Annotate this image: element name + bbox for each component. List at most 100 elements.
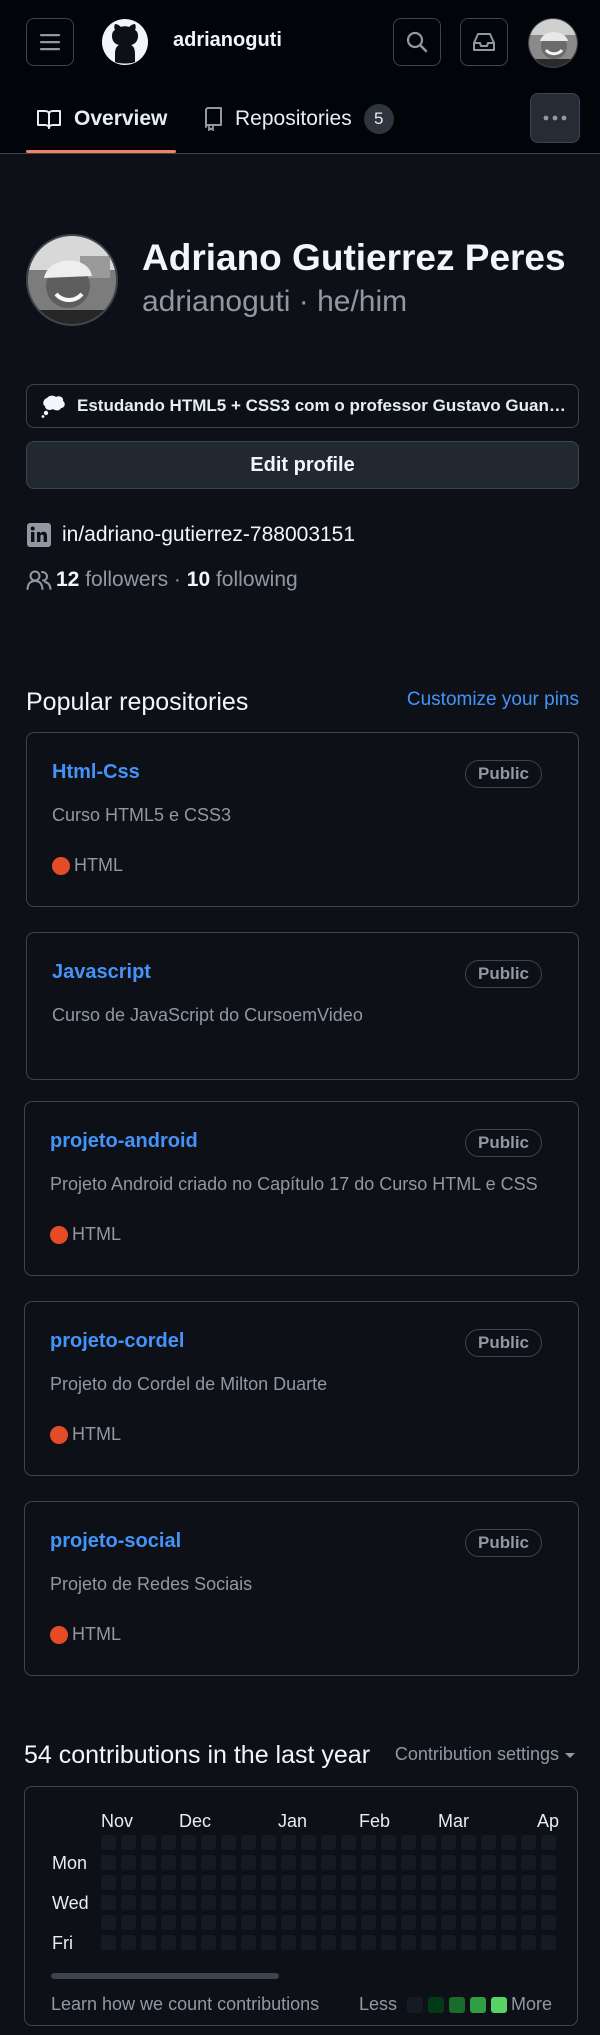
contribution-day[interactable]	[121, 1915, 136, 1930]
contribution-day[interactable]	[401, 1895, 416, 1910]
edit-profile-button[interactable]: Edit profile	[26, 441, 579, 489]
contribution-day[interactable]	[521, 1895, 536, 1910]
contribution-day[interactable]	[301, 1915, 316, 1930]
contribution-day[interactable]	[521, 1875, 536, 1890]
contribution-day[interactable]	[441, 1875, 456, 1890]
repo-name-link[interactable]: Html-Css	[52, 761, 140, 784]
contribution-day[interactable]	[141, 1855, 156, 1870]
contribution-day[interactable]	[541, 1855, 556, 1870]
contribution-day[interactable]	[141, 1835, 156, 1850]
contribution-day[interactable]	[201, 1915, 216, 1930]
contribution-day[interactable]	[481, 1875, 496, 1890]
contribution-day[interactable]	[121, 1935, 136, 1950]
contribution-day[interactable]	[461, 1935, 476, 1950]
contribution-day[interactable]	[341, 1855, 356, 1870]
contribution-day[interactable]	[321, 1895, 336, 1910]
tab-repositories[interactable]: Repositories 5	[203, 84, 394, 154]
contribution-day[interactable]	[401, 1915, 416, 1930]
calendar-scrollbar[interactable]	[51, 1973, 279, 1979]
contribution-day[interactable]	[461, 1835, 476, 1850]
contribution-day[interactable]	[481, 1895, 496, 1910]
contribution-day[interactable]	[161, 1875, 176, 1890]
contribution-day[interactable]	[461, 1875, 476, 1890]
contribution-day[interactable]	[301, 1855, 316, 1870]
contribution-day[interactable]	[141, 1935, 156, 1950]
repo-name-link[interactable]: projeto-social	[50, 1530, 181, 1553]
contribution-day[interactable]	[281, 1875, 296, 1890]
contribution-day[interactable]	[381, 1915, 396, 1930]
contribution-day[interactable]	[201, 1835, 216, 1850]
contribution-day[interactable]	[521, 1935, 536, 1950]
contribution-day[interactable]	[421, 1895, 436, 1910]
contribution-day[interactable]	[281, 1915, 296, 1930]
contribution-day[interactable]	[221, 1855, 236, 1870]
contribution-day[interactable]	[201, 1895, 216, 1910]
contribution-day[interactable]	[361, 1935, 376, 1950]
contribution-day[interactable]	[341, 1875, 356, 1890]
contribution-day[interactable]	[441, 1855, 456, 1870]
contribution-day[interactable]	[121, 1835, 136, 1850]
contribution-day[interactable]	[421, 1935, 436, 1950]
contribution-day[interactable]	[301, 1895, 316, 1910]
contribution-day[interactable]	[101, 1855, 116, 1870]
contribution-day[interactable]	[281, 1935, 296, 1950]
contribution-day[interactable]	[541, 1895, 556, 1910]
contribution-day[interactable]	[261, 1875, 276, 1890]
contribution-day[interactable]	[341, 1915, 356, 1930]
customize-pins-link[interactable]: Customize your pins	[407, 689, 579, 711]
learn-contributions-link[interactable]: Learn how we count contributions	[51, 1994, 319, 2015]
contribution-day[interactable]	[381, 1935, 396, 1950]
status-button[interactable]: Estudando HTML5 + CSS3 com o professor G…	[26, 384, 579, 428]
contribution-day[interactable]	[241, 1895, 256, 1910]
contribution-day[interactable]	[541, 1835, 556, 1850]
inbox-button[interactable]	[460, 18, 508, 66]
tab-overview[interactable]: Overview	[36, 84, 167, 154]
contribution-day[interactable]	[361, 1835, 376, 1850]
contribution-day[interactable]	[141, 1895, 156, 1910]
contribution-day[interactable]	[521, 1855, 536, 1870]
contribution-day[interactable]	[381, 1875, 396, 1890]
contribution-day[interactable]	[141, 1915, 156, 1930]
contribution-day[interactable]	[261, 1855, 276, 1870]
contribution-day[interactable]	[241, 1875, 256, 1890]
contribution-day[interactable]	[481, 1835, 496, 1850]
contribution-day[interactable]	[341, 1895, 356, 1910]
contribution-day[interactable]	[361, 1895, 376, 1910]
contribution-day[interactable]	[321, 1875, 336, 1890]
contribution-day[interactable]	[181, 1915, 196, 1930]
contribution-day[interactable]	[381, 1895, 396, 1910]
contribution-day[interactable]	[121, 1895, 136, 1910]
contribution-day[interactable]	[261, 1935, 276, 1950]
contribution-day[interactable]	[481, 1935, 496, 1950]
contribution-day[interactable]	[301, 1935, 316, 1950]
contribution-day[interactable]	[221, 1935, 236, 1950]
profile-avatar[interactable]	[26, 234, 118, 326]
contribution-day[interactable]	[121, 1875, 136, 1890]
contribution-day[interactable]	[101, 1835, 116, 1850]
contribution-day[interactable]	[161, 1835, 176, 1850]
contribution-day[interactable]	[421, 1915, 436, 1930]
contribution-day[interactable]	[161, 1895, 176, 1910]
contribution-day[interactable]	[201, 1935, 216, 1950]
contribution-day[interactable]	[541, 1935, 556, 1950]
contribution-day[interactable]	[281, 1855, 296, 1870]
contribution-day[interactable]	[261, 1895, 276, 1910]
contribution-day[interactable]	[161, 1915, 176, 1930]
contribution-day[interactable]	[521, 1915, 536, 1930]
github-logo-icon[interactable]	[101, 18, 149, 66]
contribution-day[interactable]	[321, 1855, 336, 1870]
contribution-day[interactable]	[101, 1875, 116, 1890]
repo-name-link[interactable]: projeto-cordel	[50, 1330, 184, 1353]
contribution-day[interactable]	[501, 1855, 516, 1870]
avatar[interactable]	[528, 18, 578, 68]
contribution-day[interactable]	[241, 1855, 256, 1870]
contribution-day[interactable]	[381, 1835, 396, 1850]
contribution-day[interactable]	[321, 1835, 336, 1850]
contribution-day[interactable]	[221, 1875, 236, 1890]
menu-button[interactable]	[26, 18, 74, 66]
contribution-day[interactable]	[261, 1915, 276, 1930]
contribution-day[interactable]	[241, 1835, 256, 1850]
contribution-settings-button[interactable]: Contribution settings	[395, 1744, 577, 1765]
contribution-day[interactable]	[501, 1875, 516, 1890]
contribution-day[interactable]	[541, 1875, 556, 1890]
